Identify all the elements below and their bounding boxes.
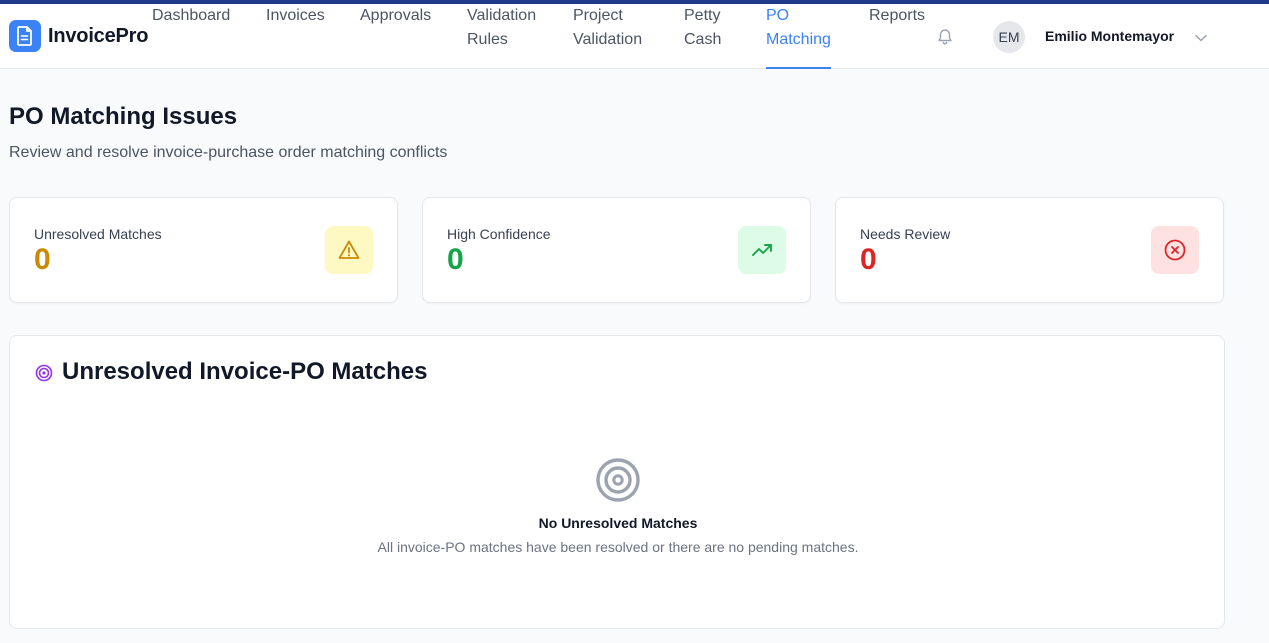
page-title: PO Matching Issues bbox=[9, 103, 238, 130]
brand-name: InvoicePro bbox=[48, 24, 149, 47]
nav-label: Dashboard bbox=[152, 7, 231, 24]
top-navbar: InvoicePro Dashboard Invoices Approvals … bbox=[0, 4, 1269, 69]
stat-card-high-confidence: High Confidence 0 bbox=[422, 197, 811, 303]
stat-card-needs-review: Needs Review 0 bbox=[835, 197, 1224, 303]
user-name[interactable]: Emilio Montemayor bbox=[1045, 28, 1174, 44]
nav-label: Validation bbox=[467, 7, 537, 24]
document-icon bbox=[9, 20, 41, 52]
stat-card-unresolved: Unresolved Matches 0 bbox=[9, 197, 398, 303]
nav-label: Cash bbox=[684, 31, 722, 48]
nav-label: Matching bbox=[766, 31, 831, 48]
stat-label: Needs Review bbox=[860, 226, 951, 242]
nav-label: Project bbox=[573, 7, 623, 24]
unresolved-matches-panel: Unresolved Invoice-PO Matches No Unresol… bbox=[9, 335, 1225, 629]
page-subtitle: Review and resolve invoice-purchase orde… bbox=[9, 144, 448, 161]
nav-label: Invoices bbox=[266, 7, 325, 24]
nav-item-project-validation[interactable]: Project Validation bbox=[573, 4, 642, 69]
nav-label: Petty bbox=[684, 7, 721, 24]
nav-label: PO bbox=[766, 7, 790, 24]
target-icon bbox=[35, 364, 53, 382]
stat-label: Unresolved Matches bbox=[34, 226, 162, 242]
nav-label: Validation bbox=[573, 31, 643, 48]
empty-state-title: No Unresolved Matches bbox=[538, 515, 698, 531]
stat-value: 0 bbox=[860, 243, 877, 276]
stat-value: 0 bbox=[34, 243, 51, 276]
stat-label: High Confidence bbox=[447, 226, 551, 242]
panel-title: Unresolved Invoice-PO Matches bbox=[62, 358, 428, 385]
empty-state-description: All invoice-PO matches have been resolve… bbox=[377, 539, 859, 555]
nav-item-approvals[interactable]: Approvals bbox=[360, 4, 431, 69]
x-circle-icon bbox=[1151, 226, 1199, 274]
nav-item-dashboard[interactable]: Dashboard bbox=[152, 4, 230, 69]
stat-value: 0 bbox=[447, 243, 464, 276]
chevron-down-icon[interactable] bbox=[1194, 33, 1208, 43]
brand[interactable]: InvoicePro bbox=[9, 20, 148, 52]
nav-label: Approvals bbox=[360, 7, 432, 24]
nav-label: Reports bbox=[869, 7, 926, 24]
target-icon bbox=[596, 458, 640, 502]
avatar[interactable]: EM bbox=[993, 21, 1025, 53]
nav-item-petty-cash[interactable]: Petty Cash bbox=[684, 4, 721, 69]
bell-icon[interactable] bbox=[936, 28, 954, 46]
nav-item-invoices[interactable]: Invoices bbox=[266, 4, 325, 69]
nav-label: Rules bbox=[467, 31, 508, 48]
nav-item-reports[interactable]: Reports bbox=[869, 4, 925, 69]
nav-item-po-matching[interactable]: PO Matching bbox=[766, 4, 831, 69]
warning-triangle-icon bbox=[325, 226, 373, 274]
trending-up-icon bbox=[738, 226, 786, 274]
nav-item-validation-rules[interactable]: Validation Rules bbox=[467, 4, 536, 69]
